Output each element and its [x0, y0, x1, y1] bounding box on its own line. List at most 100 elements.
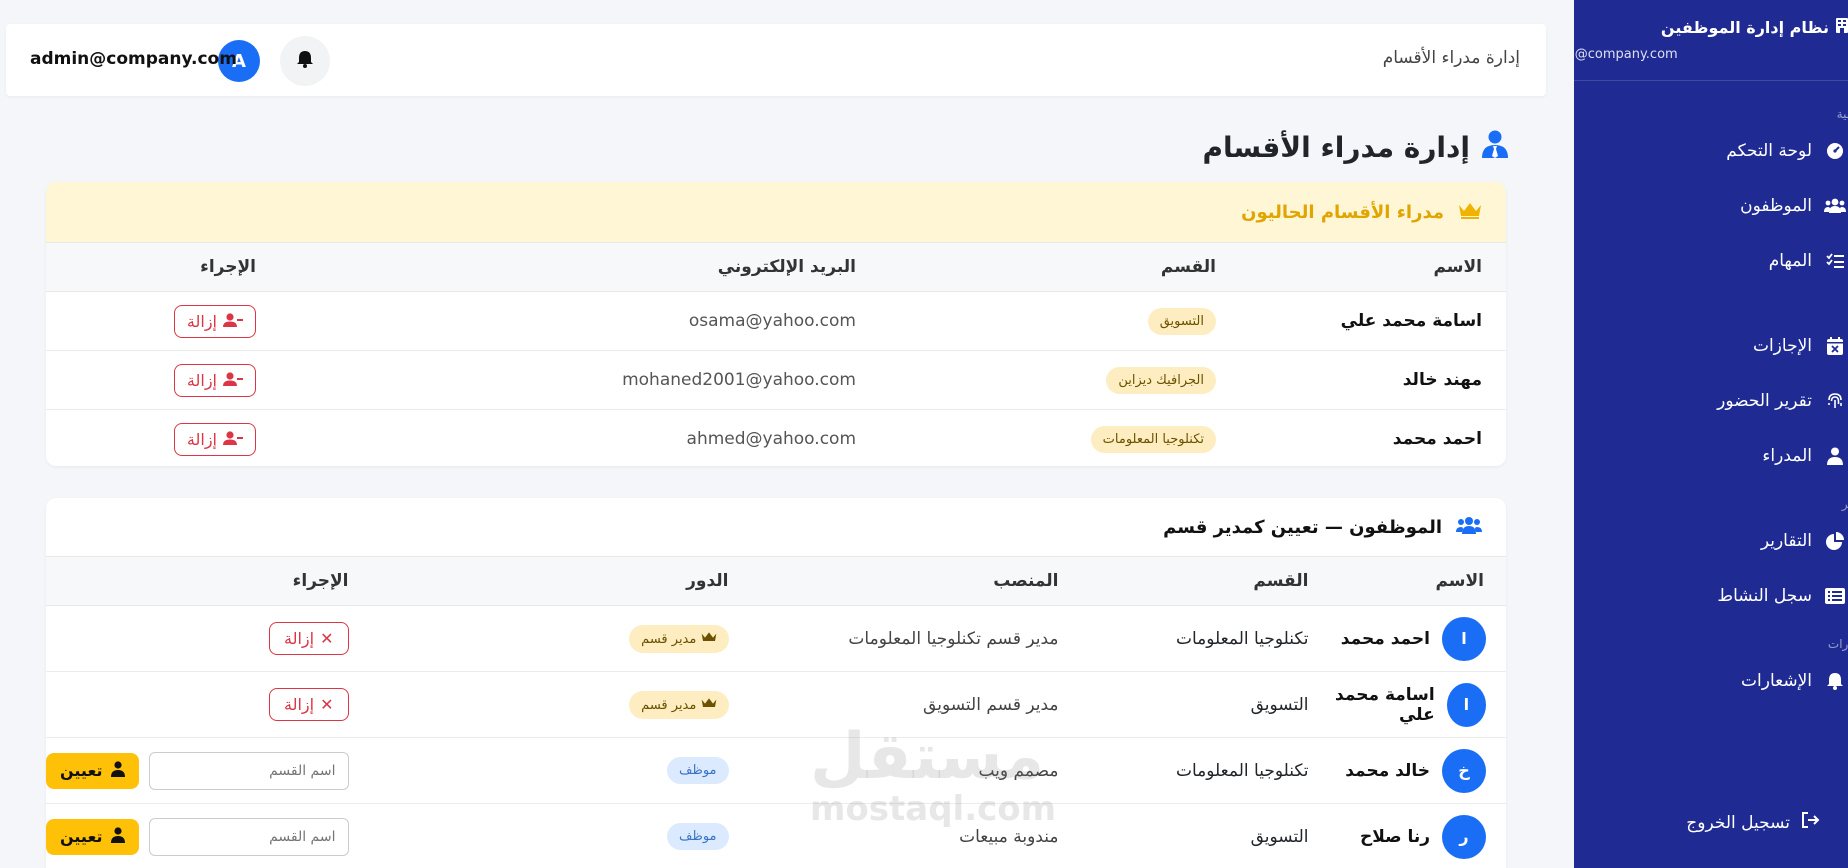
table-row: ا اسامة محمد علي التسويق مدير قسم التسويق…	[46, 671, 1506, 738]
sidebar-item-attendance[interactable]: تقرير الحضور	[1574, 373, 1848, 428]
manager-email: ahmed@yahoo.com	[686, 429, 856, 450]
table-row: خ خالد محمد تكنلوجيا المعلومات مصمم ويب م…	[46, 737, 1506, 804]
sidebar: نظام إدارة الموظفين admin@company.com ال…	[1574, 0, 1848, 868]
dept-name-input[interactable]	[148, 817, 349, 856]
sidebar-item-managers[interactable]: المدراء	[1574, 428, 1848, 483]
section-admin: الإدارة	[1574, 302, 1848, 318]
gauge-icon	[1824, 140, 1846, 162]
topbar: A admin@company.com إدارة مدراء الأقسام	[6, 24, 1546, 96]
employee-avatar: ر	[1442, 814, 1486, 859]
sidebar-brand: نظام إدارة الموظفين admin@company.com	[1574, 0, 1848, 81]
employee-name: خالد محمد	[1345, 760, 1430, 781]
table-row: ا احمد محمد تكنلوجيا المعلومات مدير قسم ت…	[46, 605, 1506, 672]
dept-badge: التسويق	[1147, 307, 1216, 335]
sidebar-item-tasks[interactable]: المهام	[1574, 233, 1848, 288]
current-managers-header: مدراء الأقسام الحاليون	[46, 182, 1506, 242]
section-main: الرئيسية	[1836, 107, 1848, 121]
role-badge: مدير قسم	[629, 690, 729, 719]
assign-manager-button[interactable]: تعيين	[46, 752, 139, 789]
list-alt-icon	[1824, 585, 1846, 607]
role-badge: موظف	[667, 823, 729, 850]
crown-icon	[701, 631, 717, 647]
col-action: الإجراء	[46, 242, 256, 292]
sidebar-item-dashboard[interactable]: لوحة التحكم	[1574, 123, 1848, 178]
employees-assign-header: الموظفون — تعيين كمدير قسم	[46, 498, 1506, 556]
col-email: البريد الإلكتروني	[256, 242, 856, 292]
col-action: الإجراء	[46, 556, 349, 606]
employee-dept: تكنلوجيا المعلومات	[1058, 737, 1309, 804]
bell-icon	[1824, 670, 1846, 692]
employee-avatar: ا	[1442, 616, 1486, 661]
sidebar-item-activity-log[interactable]: سجل النشاط	[1574, 568, 1848, 623]
sidebar-item-leaves[interactable]: الإجازات	[1574, 318, 1848, 373]
employee-position: مدير قسم التسويق	[728, 671, 1059, 738]
manager-name: مهند خالد	[1216, 350, 1506, 410]
employees-assign-card: الموظفون — تعيين كمدير قسم الاسم القسم ا…	[46, 498, 1506, 868]
col-position: المنصب	[728, 556, 1059, 606]
fingerprint-icon	[1824, 390, 1846, 412]
employee-name: احمد محمد	[1340, 628, 1430, 649]
employee-dept: التسويق	[1058, 671, 1309, 738]
logout-button[interactable]: تسجيل الخروج	[1686, 812, 1820, 833]
user-minus-icon	[223, 371, 243, 390]
page-title: إدارة مدراء الأقسام	[1202, 130, 1508, 165]
users-icon	[1456, 516, 1482, 539]
role-badge: مدير قسم	[629, 624, 729, 653]
users-icon	[1824, 195, 1846, 217]
employee-dept: التسويق	[1058, 803, 1309, 868]
topbar-title: إدارة مدراء الأقسام	[1382, 48, 1520, 68]
user-minus-icon	[223, 430, 243, 449]
col-dept: القسم	[1058, 556, 1309, 606]
calendar-x-icon	[1824, 335, 1846, 357]
col-name: الاسم	[1308, 556, 1506, 606]
crown-icon	[701, 697, 717, 713]
manager-email: mohaned2001@yahoo.com	[256, 350, 856, 410]
remove-manager-button[interactable]: إزالة	[173, 304, 256, 338]
close-icon: ✕	[320, 629, 334, 648]
brand-email: admin@company.com	[1574, 47, 1678, 62]
brand-title: نظام إدارة الموظفين	[1574, 18, 1848, 37]
employee-position: مدير قسم تكنلوجيا المعلومات	[728, 605, 1059, 672]
section-notifications: الإشعارات	[1827, 637, 1848, 651]
col-role: الدور	[348, 556, 729, 606]
user-minus-icon	[223, 312, 243, 331]
user-tie-icon	[110, 826, 125, 847]
dept-badge: الجرافيك ديزاين	[1106, 366, 1216, 394]
table-row: ر رنا صلاح التسويق مندوبة مبيعات موظف تعي…	[46, 803, 1506, 868]
dept-name-input[interactable]	[148, 751, 349, 790]
role-badge: موظف	[667, 757, 729, 784]
user-tie-icon	[1482, 130, 1508, 165]
employee-position: مندوبة مبيعات	[728, 803, 1059, 868]
section-reports: التقارير	[1841, 497, 1848, 511]
sidebar-item-employees[interactable]: الموظفون	[1574, 178, 1848, 233]
chart-pie-icon	[1824, 530, 1846, 552]
col-dept: القسم	[856, 242, 1216, 292]
employee-avatar: ا	[1446, 682, 1486, 727]
col-name: الاسم	[1216, 242, 1506, 292]
sidebar-item-reports[interactable]: التقارير	[1574, 513, 1848, 568]
current-managers-table: الاسم القسم البريد الإلكتروني الإجراء اس…	[46, 242, 1506, 466]
user-tie-icon	[110, 760, 125, 781]
building-icon	[1836, 18, 1848, 37]
sign-out-icon	[1802, 812, 1820, 833]
employee-name: رنا صلاح	[1359, 826, 1430, 847]
employees-table: الاسم القسم المنصب الدور الإجراء ا احمد م…	[46, 556, 1506, 868]
remove-manager-button[interactable]: إزالة	[173, 363, 256, 397]
notifications-button[interactable]	[280, 36, 330, 86]
dept-badge: تكنلوجيا المعلومات	[1090, 425, 1216, 453]
table-row: مهند خالد الجرافيك ديزاين mohaned2001@ya…	[46, 350, 1506, 410]
employee-name: اسامة محمد علي	[1335, 684, 1435, 725]
manager-name: اسامة محمد علي	[1216, 291, 1506, 351]
manager-email: osama@yahoo.com	[256, 291, 856, 351]
remove-role-button[interactable]: ✕ إزالة	[269, 688, 349, 721]
table-row: اسامة محمد علي التسويق osama@yahoo.com إ…	[46, 291, 1506, 351]
current-managers-card: مدراء الأقسام الحاليون الاسم القسم البري…	[46, 182, 1506, 466]
manager-name: احمد محمد	[1392, 429, 1482, 450]
remove-role-button[interactable]: ✕ إزالة	[269, 622, 349, 655]
assign-manager-button[interactable]: تعيين	[46, 818, 139, 855]
sidebar-item-notifications[interactable]: الإشعارات	[1574, 653, 1848, 708]
employee-dept: تكنلوجيا المعلومات	[1058, 605, 1309, 672]
user-email: admin@company.com	[30, 49, 237, 69]
crown-icon	[1458, 201, 1482, 224]
remove-manager-button[interactable]: إزالة	[173, 422, 256, 456]
